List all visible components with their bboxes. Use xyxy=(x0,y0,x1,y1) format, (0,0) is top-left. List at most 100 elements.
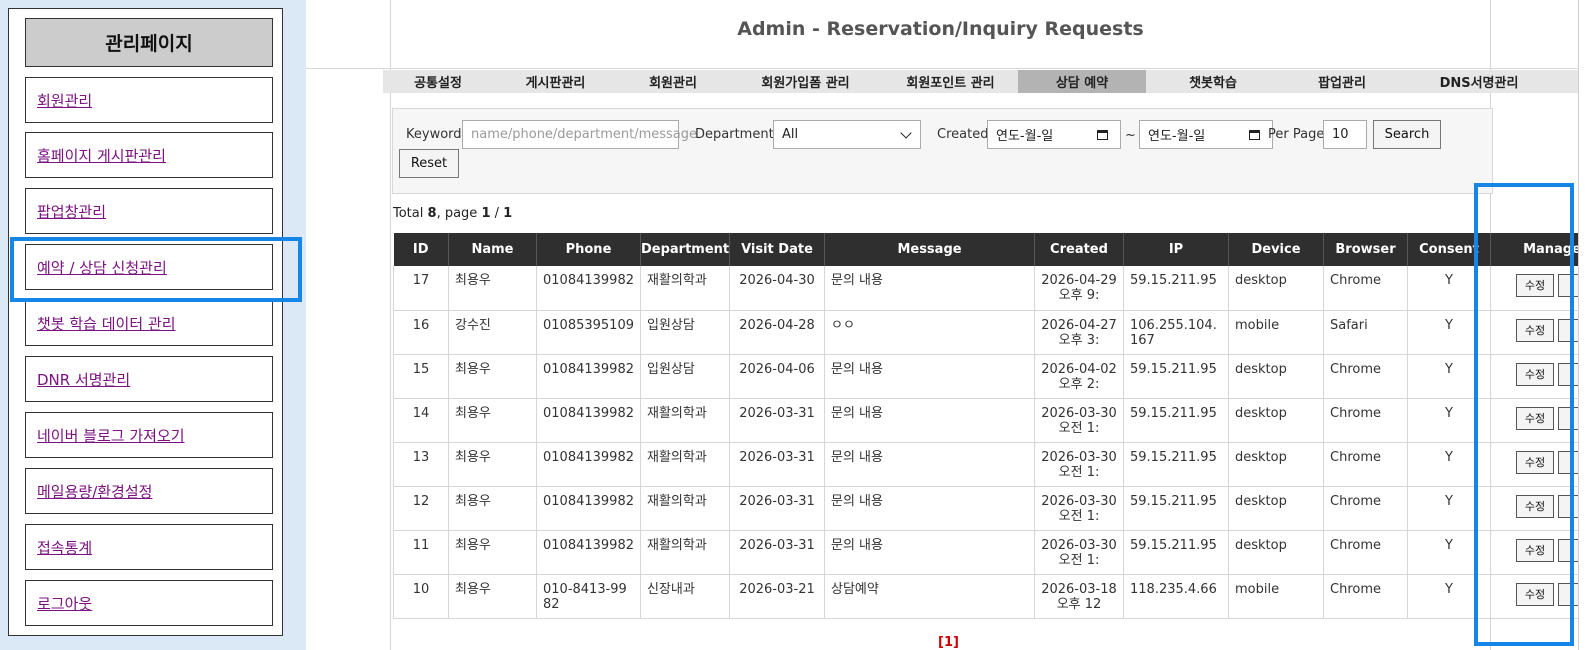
tab-chatbot[interactable]: 챗봇학습 xyxy=(1146,70,1280,93)
tab-signup-form[interactable]: 회원가입폼 관리 xyxy=(728,70,883,93)
cell-department: 입원상담 xyxy=(640,354,730,399)
delete-button[interactable] xyxy=(1558,494,1578,518)
delete-button[interactable] xyxy=(1558,582,1578,606)
delete-button[interactable] xyxy=(1558,450,1578,474)
calendar-icon[interactable] xyxy=(1097,130,1108,140)
cell-department: 재활의학과 xyxy=(640,530,730,575)
sidebar-item-label[interactable]: 챗봇 학습 데이터 관리 xyxy=(37,313,176,334)
cell-created: 2026-03-30 오전 1: xyxy=(1034,486,1124,531)
cell-browser: Chrome xyxy=(1323,266,1408,311)
cell-name: 최용우 xyxy=(448,486,537,531)
column-header: Manage xyxy=(1490,233,1578,266)
edit-button[interactable]: 수정 xyxy=(1516,450,1554,474)
sidebar-item-label[interactable]: 로그아웃 xyxy=(37,593,92,614)
pagination-current-page[interactable]: [1] xyxy=(938,635,959,650)
cell-ip: 118.235.4.66 xyxy=(1123,574,1229,619)
keyword-input[interactable]: name/phone/department/message xyxy=(462,120,697,149)
current-page: 1 xyxy=(481,206,491,221)
sidebar-item-label[interactable]: DNR 서명관리 xyxy=(37,369,130,390)
sidebar-item-mail-settings[interactable]: 메일용량/환경설정 xyxy=(25,468,273,514)
column-header: ID xyxy=(393,233,449,266)
sidebar-item-reservation[interactable]: 예약 / 상담 신청관리 xyxy=(25,244,273,290)
sidebar-item-label[interactable]: 홈페이지 게시판관리 xyxy=(37,145,166,166)
sidebar-item-logout[interactable]: 로그아웃 xyxy=(25,580,273,626)
cell-browser: Chrome xyxy=(1323,398,1408,443)
edit-button[interactable]: 수정 xyxy=(1516,274,1554,297)
column-header: Browser xyxy=(1323,233,1408,266)
cell-visit-date: 2026-04-06 xyxy=(729,354,825,399)
cell-message: 문의 내용 xyxy=(824,442,1035,487)
sidebar-item-naver-blog[interactable]: 네이버 블로그 가져오기 xyxy=(25,412,273,458)
cell-manage: 수정 xyxy=(1490,266,1578,311)
sidebar-item-label[interactable]: 네이버 블로그 가져오기 xyxy=(37,425,185,446)
table-row: 17 최용우 01084139982 재활의학과 2026-04-30 문의 내용 2026… xyxy=(393,266,1578,311)
sidebar-item-label[interactable]: 회원관리 xyxy=(37,90,92,111)
delete-button[interactable] xyxy=(1558,406,1578,430)
sidebar-item-board[interactable]: 홈페이지 게시판관리 xyxy=(25,132,273,178)
date-to-input[interactable]: 연도-월-일 xyxy=(1139,120,1273,149)
tab-board[interactable]: 게시판관리 xyxy=(493,70,618,93)
cell-name: 최용우 xyxy=(448,398,537,443)
delete-button[interactable] xyxy=(1558,274,1578,297)
department-select[interactable]: All xyxy=(773,120,921,149)
created-label: Created xyxy=(937,127,989,142)
cell-consent: Y xyxy=(1407,354,1491,399)
header-divider xyxy=(306,68,1578,69)
cell-browser: Chrome xyxy=(1323,354,1408,399)
tab-consult-reservation[interactable]: 상담 예약 xyxy=(1018,70,1146,93)
cell-ip: 59.15.211.95 xyxy=(1123,354,1229,399)
sidebar-item-chatbot[interactable]: 챗봇 학습 데이터 관리 xyxy=(25,300,273,346)
tab-common-settings[interactable]: 공통설정 xyxy=(383,70,493,93)
requests-table: ID Name Phone Department Visit Date Mess… xyxy=(393,233,1578,619)
table-row: 10 최용우 010-8413-9982 신장내과 2026-03-21 상담예약 2026… xyxy=(393,574,1578,619)
edit-button[interactable]: 수정 xyxy=(1516,494,1554,518)
cell-message: 상담예약 xyxy=(824,574,1035,619)
cell-id: 12 xyxy=(393,486,449,531)
column-header: Name xyxy=(448,233,537,266)
delete-button[interactable] xyxy=(1558,362,1578,386)
sidebar-item-label[interactable]: 예약 / 상담 신청관리 xyxy=(37,257,167,278)
tab-member[interactable]: 회원관리 xyxy=(618,70,728,93)
chevron-down-icon xyxy=(900,127,912,139)
edit-button[interactable]: 수정 xyxy=(1516,362,1554,386)
table-row: 14 최용우 01084139982 재활의학과 2026-03-31 문의 내용 2026… xyxy=(393,398,1578,443)
edit-button[interactable]: 수정 xyxy=(1516,582,1554,606)
cell-manage: 수정 xyxy=(1490,574,1578,619)
edit-button[interactable]: 수정 xyxy=(1516,318,1554,342)
sidebar-item-label[interactable]: 접속통계 xyxy=(37,537,92,558)
table-row: 12 최용우 01084139982 재활의학과 2026-03-31 문의 내용 2026… xyxy=(393,486,1578,531)
cell-message: ㅇㅇ xyxy=(824,310,1035,355)
cell-name: 최용우 xyxy=(448,266,537,311)
per-page-label: Per Page xyxy=(1268,127,1325,142)
column-header: Phone xyxy=(536,233,641,266)
cell-visit-date: 2026-04-28 xyxy=(729,310,825,355)
calendar-icon[interactable] xyxy=(1249,130,1260,140)
cell-device: desktop xyxy=(1228,398,1324,443)
sidebar-item-label[interactable]: 메일용량/환경설정 xyxy=(37,481,152,502)
cell-manage: 수정 xyxy=(1490,354,1578,399)
delete-button[interactable] xyxy=(1558,318,1578,342)
cell-consent: Y xyxy=(1407,310,1491,355)
total-count: 8 xyxy=(427,206,437,221)
sidebar-item-label[interactable]: 팝업창관리 xyxy=(37,201,106,222)
sidebar-item-dnr[interactable]: DNR 서명관리 xyxy=(25,356,273,402)
sidebar-item-member[interactable]: 회원관리 xyxy=(25,77,273,123)
tab-member-points[interactable]: 회원포인트 관리 xyxy=(883,70,1018,93)
delete-button[interactable] xyxy=(1558,538,1578,562)
cell-consent: Y xyxy=(1407,398,1491,443)
tab-dns-signature[interactable]: DNS서명관리 xyxy=(1404,70,1554,93)
per-page-input[interactable]: 10 xyxy=(1323,120,1367,149)
tab-popup[interactable]: 팝업관리 xyxy=(1280,70,1404,93)
date-separator: ~ xyxy=(1125,128,1136,143)
date-from-input[interactable]: 연도-월-일 xyxy=(987,120,1121,149)
edit-button[interactable]: 수정 xyxy=(1516,538,1554,562)
sidebar-item-popup[interactable]: 팝업창관리 xyxy=(25,188,273,234)
reset-button[interactable]: Reset xyxy=(399,149,459,178)
cell-department: 신장내과 xyxy=(640,574,730,619)
cell-visit-date: 2026-03-31 xyxy=(729,398,825,443)
cell-device: desktop xyxy=(1228,266,1324,311)
edit-button[interactable]: 수정 xyxy=(1516,406,1554,430)
sidebar-item-stats[interactable]: 접속통계 xyxy=(25,524,273,570)
cell-consent: Y xyxy=(1407,574,1491,619)
search-button[interactable]: Search xyxy=(1373,120,1441,149)
